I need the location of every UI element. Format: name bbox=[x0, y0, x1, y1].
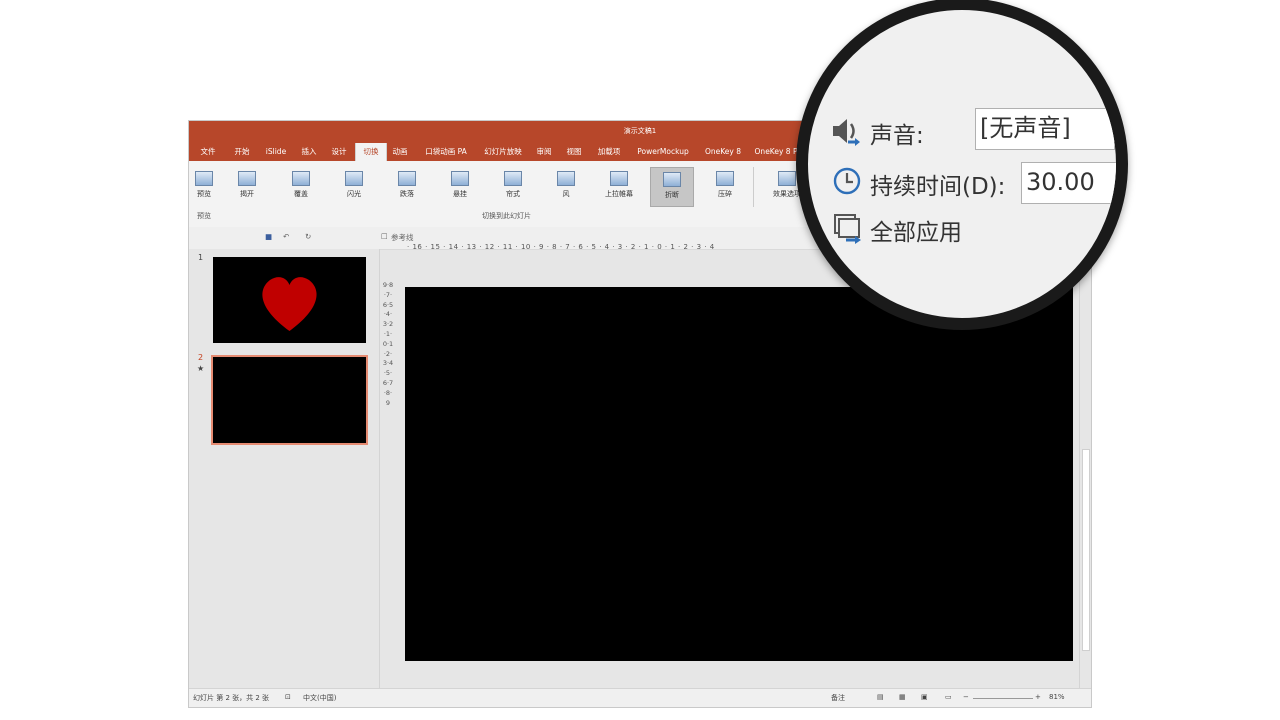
tab-powermockup[interactable]: PowerMockup bbox=[631, 143, 695, 161]
tab-onekey8p[interactable]: OneKey 8 P bbox=[751, 143, 801, 161]
wind-icon bbox=[557, 171, 575, 186]
slide-canvas[interactable] bbox=[405, 287, 1073, 661]
duration-input[interactable]: 30.00 bbox=[1021, 162, 1116, 204]
sound-icon bbox=[833, 119, 860, 146]
transition-fall[interactable]: 跌落 bbox=[385, 167, 429, 207]
tab-onekey8[interactable]: OneKey 8 bbox=[701, 143, 745, 161]
zoom-slider[interactable] bbox=[973, 698, 1033, 699]
sound-dropdown[interactable]: [无声音] bbox=[975, 108, 1115, 150]
transition-curtains[interactable]: 帘式 bbox=[491, 167, 535, 207]
scrollbar-thumb[interactable] bbox=[1082, 449, 1090, 651]
gallery-scroll[interactable] bbox=[753, 167, 763, 207]
tab-design[interactable]: 设计 bbox=[325, 143, 353, 161]
normal-view-icon[interactable]: ▤ bbox=[877, 693, 884, 701]
tab-file[interactable]: 文件 bbox=[195, 143, 221, 161]
reading-view-icon[interactable]: ▣ bbox=[921, 693, 928, 701]
cover-icon bbox=[292, 171, 310, 186]
tab-animations[interactable]: 动画 bbox=[387, 143, 413, 161]
vertical-ruler: 9·8·7·6·5·4·3·2·1·0·1·2·3·4·5·6·7·8·9 bbox=[382, 281, 394, 407]
slide-number: 2 bbox=[198, 353, 204, 362]
transition-prestige[interactable]: 上拉帷幕 bbox=[597, 167, 641, 207]
curtains-icon bbox=[504, 171, 522, 186]
checkbox-icon[interactable]: ☐ bbox=[381, 232, 388, 241]
magnifier-callout: 声音: [无声音] 持续时间(D): 30.00 全部应用 bbox=[796, 0, 1128, 330]
preview-icon bbox=[195, 171, 213, 186]
zoom-in-button[interactable]: + bbox=[1035, 693, 1041, 701]
sound-label: 声音: bbox=[870, 123, 924, 149]
slideshow-view-icon[interactable]: ▭ bbox=[945, 693, 952, 701]
slide-thumbnail-2[interactable] bbox=[211, 355, 368, 445]
language-status[interactable]: 中文(中国) bbox=[303, 693, 336, 703]
transition-crush[interactable]: 压碎 bbox=[703, 167, 747, 207]
apply-all-icon bbox=[834, 214, 861, 244]
tab-transitions[interactable]: 切换 bbox=[355, 143, 387, 161]
transition-drape[interactable]: 悬挂 bbox=[438, 167, 482, 207]
tab-review[interactable]: 审阅 bbox=[531, 143, 557, 161]
reveal-icon bbox=[238, 171, 256, 186]
zoom-level[interactable]: 81% bbox=[1049, 693, 1065, 701]
zoom-out-button[interactable]: − bbox=[963, 693, 969, 701]
transition-cover[interactable]: 覆盖 bbox=[279, 167, 323, 207]
slide-count-status: 幻灯片 第 2 张，共 2 张 bbox=[193, 694, 270, 702]
tab-addins[interactable]: 加载项 bbox=[593, 143, 625, 161]
preview-button[interactable]: 预览 bbox=[191, 167, 217, 207]
clock-icon bbox=[833, 167, 861, 195]
transition-wind[interactable]: 风 bbox=[544, 167, 588, 207]
transition-group-label: 切换到此幻灯片 bbox=[482, 212, 531, 220]
slide-thumbnail-pane: 1 2 ★ bbox=[189, 249, 380, 691]
effect-options-icon bbox=[778, 171, 796, 186]
crush-icon bbox=[716, 171, 734, 186]
transition-star-icon: ★ bbox=[197, 364, 205, 373]
fracture-icon bbox=[663, 172, 681, 187]
slide-sorter-icon[interactable]: ▦ bbox=[899, 693, 906, 701]
heart-shape bbox=[262, 277, 317, 331]
tab-pocket-animation[interactable]: 口袋动画 PA bbox=[419, 143, 473, 161]
undo-icon[interactable]: ↶ bbox=[283, 232, 289, 241]
slide-number: 1 bbox=[198, 253, 204, 262]
fall-icon bbox=[398, 171, 416, 186]
status-bar: 幻灯片 第 2 张，共 2 张 ⊡ 中文(中国) 备注 ▤ ▦ ▣ ▭ − + … bbox=[189, 688, 1091, 707]
tab-slideshow[interactable]: 幻灯片放映 bbox=[479, 143, 527, 161]
duration-label: 持续时间(D): bbox=[870, 174, 1006, 200]
transition-flash[interactable]: 闪光 bbox=[332, 167, 376, 207]
transition-reveal[interactable]: 揭开 bbox=[225, 167, 269, 207]
tab-insert[interactable]: 插入 bbox=[295, 143, 323, 161]
notes-button[interactable]: 备注 bbox=[831, 693, 845, 703]
drape-icon bbox=[451, 171, 469, 186]
tab-home[interactable]: 开始 bbox=[227, 143, 257, 161]
flash-icon bbox=[345, 171, 363, 186]
preview-group-label: 预览 bbox=[197, 212, 211, 220]
transition-fracture[interactable]: 折断 bbox=[650, 167, 694, 207]
tab-islide[interactable]: iSlide bbox=[261, 143, 291, 161]
vertical-scrollbar[interactable] bbox=[1079, 249, 1091, 691]
ref-line-label: 参考线 bbox=[391, 233, 414, 242]
slide-thumbnail-1[interactable] bbox=[213, 257, 366, 343]
save-icon[interactable]: ■ bbox=[265, 232, 272, 241]
redo-icon[interactable]: ↻ bbox=[305, 232, 311, 241]
apply-all-button[interactable]: 全部应用 bbox=[870, 213, 962, 247]
spellcheck-icon[interactable]: ⊡ bbox=[285, 693, 291, 701]
prestige-icon bbox=[610, 171, 628, 186]
tab-view[interactable]: 视图 bbox=[561, 143, 587, 161]
